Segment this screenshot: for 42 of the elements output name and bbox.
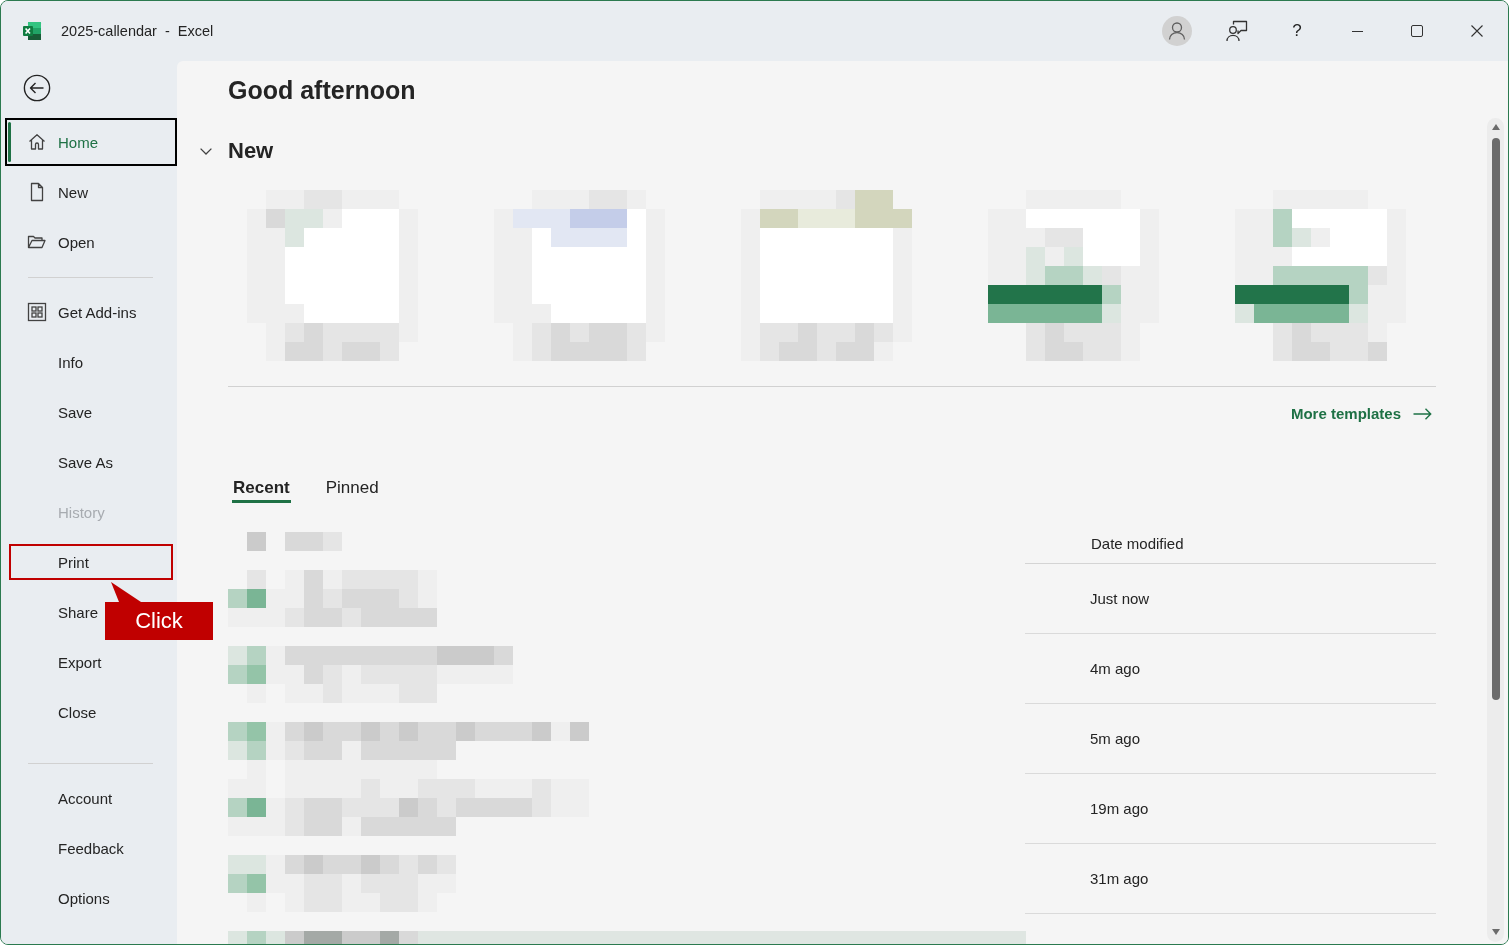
- table-cell: 4m ago: [1025, 634, 1436, 704]
- sidebar-item[interactable]: New: [5, 168, 177, 216]
- sidebar-item[interactable]: Get Add-ins: [5, 288, 177, 336]
- grid-icon: [27, 302, 47, 322]
- table-cell: Just now: [1025, 564, 1436, 634]
- pixelated-template-drawing[interactable]: [1235, 190, 1406, 361]
- sidebar-item[interactable]: Feedback: [5, 824, 177, 872]
- table-cell: 31m ago: [1025, 844, 1436, 914]
- maximize-icon: [1411, 25, 1423, 37]
- home-icon: [27, 132, 47, 152]
- back-button[interactable]: [21, 72, 53, 104]
- sidebar-item[interactable]: Home: [5, 118, 177, 166]
- sidebar-item[interactable]: Account: [5, 774, 177, 822]
- table-cell: 19m ago: [1025, 774, 1436, 844]
- minimize-icon: [1351, 30, 1363, 32]
- help-button[interactable]: ?: [1267, 1, 1327, 61]
- feedback-icon: [1226, 20, 1248, 42]
- greeting-heading: Good afternoon: [228, 75, 416, 106]
- sidebar-item[interactable]: Save As: [5, 438, 177, 486]
- close-icon: [1471, 25, 1483, 37]
- sidebar-item[interactable]: Export: [5, 638, 177, 686]
- scroll-down-arrow-icon[interactable]: [1491, 929, 1500, 935]
- scrollbar-track[interactable]: [1487, 118, 1504, 942]
- tab[interactable]: Recent: [232, 476, 291, 503]
- sidebar-item[interactable]: Open: [5, 218, 177, 266]
- sidebar-item[interactable]: Close: [5, 688, 177, 736]
- tab[interactable]: Pinned: [324, 476, 380, 503]
- column-header: Date modified: [1025, 521, 1436, 564]
- section-heading: New: [228, 137, 274, 165]
- more-templates-link[interactable]: More templates: [1290, 404, 1432, 424]
- scrollbar-thumb[interactable]: [1491, 138, 1500, 700]
- arrow-right-icon: [1413, 408, 1432, 420]
- chevron-icon[interactable]: [200, 147, 212, 155]
- pixelated-template-drawing[interactable]: [988, 190, 1159, 361]
- table-cell: 5m ago: [1025, 704, 1436, 774]
- window-title: 2025-callendar - Excel: [61, 22, 214, 41]
- scroll-up-arrow-icon[interactable]: [1491, 124, 1500, 130]
- sidebar-item[interactable]: Info: [5, 338, 177, 386]
- avatar-icon: [1162, 16, 1192, 46]
- sidebar-item[interactable]: Options: [5, 874, 177, 922]
- app-logo-icon: [22, 21, 42, 41]
- sidebar-item[interactable]: Save: [5, 388, 177, 436]
